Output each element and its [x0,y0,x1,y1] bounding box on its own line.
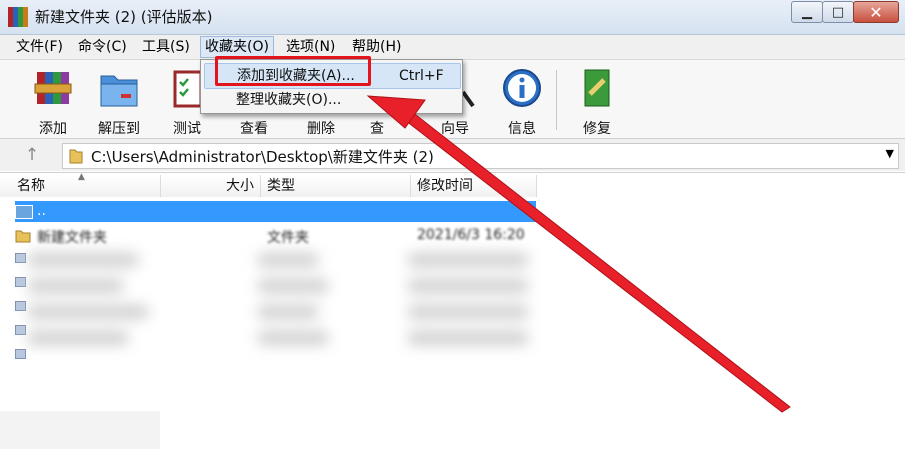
parent-folder-icon [15,205,33,219]
column-type[interactable]: 类型 [261,175,411,197]
list-left-shade [0,411,160,449]
highlight-box [215,56,371,86]
winrar-app-icon [8,7,28,27]
menu-tools[interactable]: 工具(S) [138,37,194,57]
menu-file[interactable]: 文件(F) [12,37,67,57]
info-button[interactable]: 信息 [492,66,552,138]
folder-icon [69,149,83,164]
view-label: 查看 [240,121,268,137]
path-field[interactable]: C:\Users\Administrator\Desktop\新建文件夹 (2)… [62,143,899,169]
add-label: 添加 [39,121,67,137]
toolbar-separator [556,70,557,130]
minimize-icon: ▁ [802,4,812,20]
sort-ascending-icon: ▲ [78,172,85,182]
parent-dir-label: .. [37,203,46,219]
add-archive-icon [31,66,75,110]
info-label: 信息 [508,121,536,137]
column-size[interactable]: 大小 [161,175,261,197]
close-button[interactable]: ✕ [853,1,899,23]
address-bar: ↑ C:\Users\Administrator\Desktop\新建文件夹 (… [0,139,905,171]
menu-options[interactable]: 选项(N) [282,37,339,57]
path-dropdown-icon[interactable]: ▼ [886,147,894,160]
minimize-button[interactable]: ▁ [791,1,823,23]
column-name-label: 名称 [17,178,45,194]
delete-label: 删除 [307,121,335,137]
table-row-parent[interactable]: .. [15,201,536,222]
maximize-button[interactable]: □ [822,1,854,23]
file-list: 名称 ▲ 大小 类型 修改时间 .. 新建文件夹 文件夹 2021/6/3 16… [0,172,905,449]
organize-favorites-item[interactable]: 整理收藏夹(O)... [204,88,459,112]
organize-favorites-label: 整理收藏夹(O)... [236,92,342,108]
up-arrow-icon[interactable]: ↑ [20,145,44,165]
add-button[interactable]: 添加 [23,66,83,138]
test-label: 测试 [173,121,201,137]
redacted-rows [18,229,558,375]
repair-label: 修复 [583,121,611,137]
maximize-icon: □ [831,4,845,20]
menu-help[interactable]: 帮助(H) [348,37,405,57]
title-bar: 新建文件夹 (2) (评估版本) ▁ □ ✕ [0,0,905,35]
info-icon [500,66,544,110]
extract-folder-icon [97,66,141,110]
column-modified[interactable]: 修改时间 [411,175,537,197]
menu-bar: 文件(F) 命令(C) 工具(S) 收藏夹(O) 选项(N) 帮助(H) [0,35,905,60]
repair-kit-icon [575,66,619,110]
close-icon: ✕ [869,2,883,22]
menu-commands[interactable]: 命令(C) [74,37,131,57]
path-text: C:\Users\Administrator\Desktop\新建文件夹 (2) [91,148,434,166]
add-to-favorites-shortcut: Ctrl+F [399,68,444,84]
column-name[interactable]: 名称 ▲ [0,172,161,197]
window-title: 新建文件夹 (2) (评估版本) [35,8,213,26]
wizard-label: 向导 [441,121,469,137]
extract-to-button[interactable]: 解压到 [89,66,149,138]
repair-button[interactable]: 修复 [567,66,627,138]
menu-favorites[interactable]: 收藏夹(O) [200,36,274,58]
extract-to-label: 解压到 [98,121,140,137]
